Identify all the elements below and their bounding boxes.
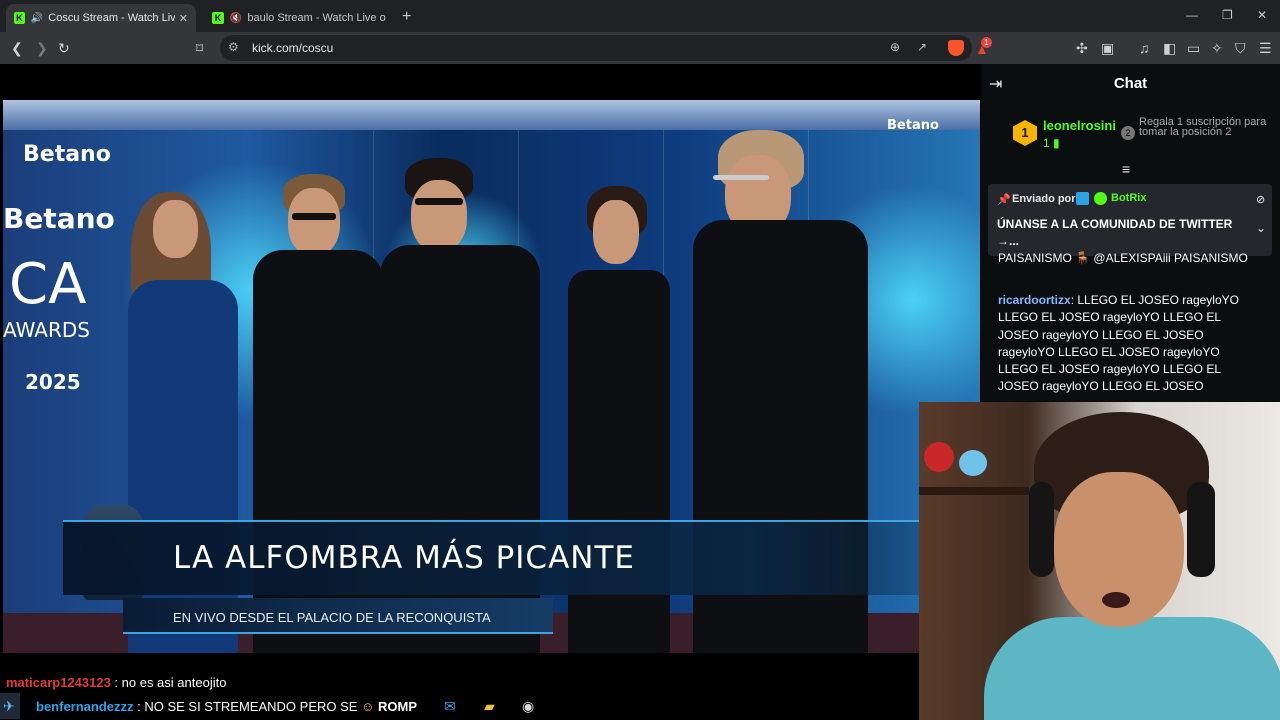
chat-title: Chat xyxy=(1113,75,1148,92)
shelf xyxy=(919,487,1029,495)
overlay-chat-trail: ROMP xyxy=(377,699,417,714)
pinned-text: ÚNANSE A LA COMUNIDAD DE TWITTER →... xyxy=(997,217,1233,248)
pin-icon: 📌 xyxy=(997,194,1011,206)
headset-icon xyxy=(1187,482,1215,577)
chat-message-partial: PAISANISMO 🪑 @ALEXISPAiii PAISANISMO xyxy=(998,251,1248,265)
taskbar-app-icon[interactable]: ✈ xyxy=(3,698,15,715)
pinned-by-label: Enviado por xyxy=(1012,193,1076,205)
chat-panel: ⇥ Chat 1 leonelrosini 1 ▮ 2 Regala 1 sus… xyxy=(981,64,1280,404)
hide-pinned-icon[interactable]: ⊘ xyxy=(1256,193,1265,206)
video-player[interactable]: Betano Betano CA AWARDS 2025 Betano LA A… xyxy=(3,100,980,653)
rank-2-prompt: Regala 1 suscripción para tomar la posic… xyxy=(1139,116,1267,138)
chat-message: ricardoortizx: LLEGO EL JOSEO rageyloYO … xyxy=(998,292,1260,396)
minimize-icon[interactable]: — xyxy=(1186,8,1198,22)
wallet-icon[interactable]: ▭ xyxy=(1187,39,1200,57)
ca-awards-logo: CA xyxy=(9,252,87,317)
tab-title: baulo Stream - Watch Live on Kick xyxy=(247,12,386,24)
overlay-chat-user: benfernandezzz xyxy=(36,699,134,714)
lower-third-subtitle: EN VIVO DESDE EL PALACIO DE LA RECONQUIS… xyxy=(173,610,491,625)
tab-coscu-stream[interactable]: K 🔊 Coscu Stream - Watch Live on Kick ✕ xyxy=(6,4,196,32)
back-icon[interactable]: ❮ xyxy=(11,39,23,57)
window-close-icon[interactable]: ✕ xyxy=(1257,8,1267,22)
url-text[interactable]: kick.com/coscu xyxy=(252,41,333,55)
lower-third-title: LA ALFOMBRA MÁS PICANTE xyxy=(173,540,635,576)
emote-icon: ☺ xyxy=(361,699,375,714)
tab-title: Coscu Stream - Watch Live on Kick xyxy=(48,12,175,24)
expand-leaderboard-icon[interactable]: ≡ xyxy=(1122,161,1130,177)
stage-ceiling xyxy=(3,100,980,130)
gift-count: 1 xyxy=(1043,136,1050,150)
notification-badge: 1 xyxy=(981,37,992,48)
lower-third: LA ALFOMBRA MÁS PICANTE xyxy=(63,520,923,595)
address-bar[interactable]: ⚙ kick.com/coscu ⊕ ↗ xyxy=(220,35,972,61)
close-icon[interactable]: ✕ xyxy=(179,12,188,25)
site-info-icon[interactable]: ⚙ xyxy=(228,40,239,54)
leo-ai-icon[interactable]: ✧ xyxy=(1211,39,1223,57)
headset-icon xyxy=(1029,482,1054,577)
betano-logo: Betano xyxy=(3,202,115,235)
kick-favicon-icon: K xyxy=(14,12,25,24)
rank-2-badge: 2 xyxy=(1121,126,1135,140)
chat-header: ⇥ Chat xyxy=(981,64,1280,104)
speaker-icon[interactable]: 🔊 xyxy=(31,13,43,24)
betano-logo: Betano xyxy=(23,142,111,167)
kick-favicon-icon: K xyxy=(212,12,224,24)
vpn-shield-icon[interactable]: ⛉ xyxy=(1235,39,1246,57)
chat-text: : LLEGO EL JOSEO rageyloYO LLEGO EL JOSE… xyxy=(998,293,1239,394)
overlay-chat-text: : NO SE SI STREMEANDO PERO SE xyxy=(133,699,358,714)
zoom-icon[interactable]: ⊕ xyxy=(890,40,900,54)
restore-icon[interactable]: ❐ xyxy=(1222,8,1233,22)
webcam-overlay xyxy=(919,402,1280,720)
share-icon[interactable]: ↗ xyxy=(917,40,927,54)
overlay-chat-line: benfernandezzz : NO SE SI STREMEANDO PER… xyxy=(36,699,417,714)
new-tab-button[interactable]: + xyxy=(402,8,411,26)
leaderboard-user[interactable]: leonelrosini xyxy=(1043,118,1116,133)
tab-baulo-stream[interactable]: K 🔇 baulo Stream - Watch Live on Kick xyxy=(204,4,394,32)
streamer-mouth xyxy=(1102,592,1130,608)
extensions-icon[interactable]: ✣ xyxy=(1076,39,1088,57)
mail-icon[interactable]: ✉ xyxy=(444,698,456,715)
chat-username[interactable]: ricardoortizx xyxy=(998,293,1071,307)
streamer-shirt xyxy=(984,617,1280,720)
forward-icon[interactable]: ❯ xyxy=(36,39,48,57)
obs-icon[interactable]: ◉ xyxy=(522,698,534,715)
menu-icon[interactable]: ☰ xyxy=(1259,39,1272,57)
rank-1-badge: 1 xyxy=(1013,120,1037,146)
lower-third-subtitle-bar: EN VIVO DESDE EL PALACIO DE LA RECONQUIS… xyxy=(123,598,553,634)
browser-tabstrip: K 🔊 Coscu Stream - Watch Live on Kick ✕ … xyxy=(0,0,1280,32)
tab-search-icon[interactable]: ▣ xyxy=(1101,39,1114,57)
bookmark-icon[interactable]: ⌑ xyxy=(196,39,203,57)
verified-badge-icon xyxy=(1094,192,1107,205)
muted-speaker-icon[interactable]: 🔇 xyxy=(230,13,242,24)
reload-icon[interactable]: ↻ xyxy=(58,39,70,57)
pinned-message[interactable]: 📌 Enviado por BotRix ⊘ ÚNANSE A LA COMUN… xyxy=(988,184,1272,256)
chevron-down-icon[interactable]: ⌄ xyxy=(1256,221,1266,235)
media-icon[interactable]: ♫ xyxy=(1139,39,1150,57)
pinned-user[interactable]: BotRix xyxy=(1111,192,1146,204)
overlay-chat-user: maticarp1243123 xyxy=(6,675,111,690)
sidebar-icon[interactable]: ◧ xyxy=(1163,39,1176,57)
angry-bird-toy xyxy=(924,442,954,472)
folder-icon[interactable]: ▰ xyxy=(484,698,495,715)
betano-logo: Betano xyxy=(887,118,939,133)
gift-icon: ▮ xyxy=(1053,136,1060,150)
bot-badge-icon xyxy=(1076,192,1089,205)
leaderboard-count: 1 ▮ xyxy=(1043,136,1060,150)
awards-text: AWARDS xyxy=(3,318,90,342)
overlay-chat-text: : no es asi anteojito xyxy=(110,675,227,690)
event-year: 2025 xyxy=(25,370,81,394)
brave-shields-icon[interactable] xyxy=(948,40,964,56)
screen: K 🔊 Coscu Stream - Watch Live on Kick ✕ … xyxy=(0,0,1280,720)
blue-bird-toy xyxy=(959,450,987,476)
overlay-chat-line: maticarp1243123 : no es asi anteojito xyxy=(6,675,226,690)
